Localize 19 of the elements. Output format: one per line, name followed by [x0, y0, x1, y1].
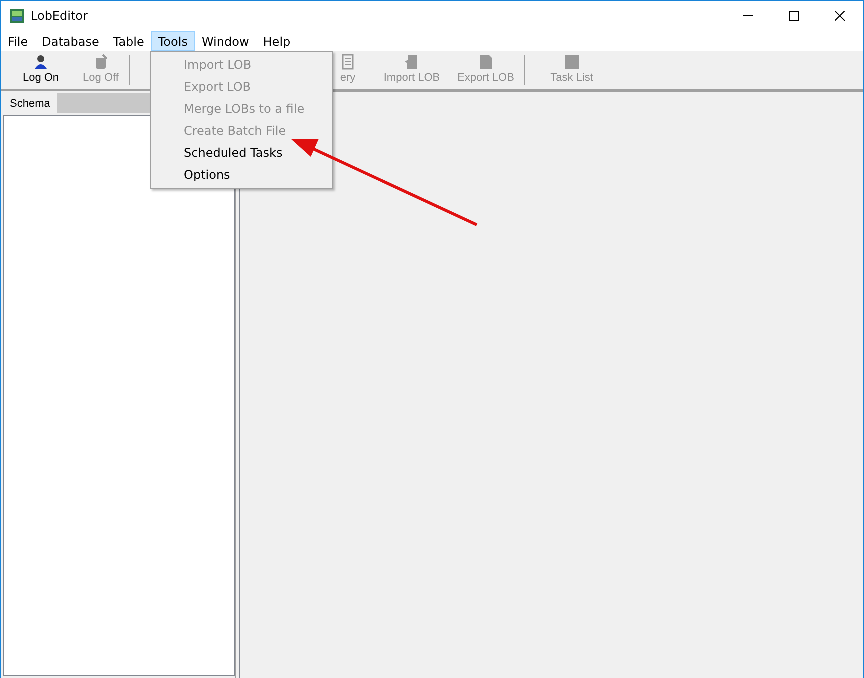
- menu-item[interactable]: Table: [106, 31, 152, 51]
- menu-item[interactable]: File: [1, 31, 36, 51]
- square-icon: [564, 54, 580, 70]
- document-icon: [342, 54, 354, 70]
- menu-item[interactable]: Database: [35, 31, 106, 51]
- app-icon: [9, 8, 25, 24]
- menu-item[interactable]: Window: [194, 31, 256, 51]
- file-icon: [478, 54, 494, 70]
- user-icon: [33, 54, 49, 70]
- import-icon: [404, 54, 420, 70]
- menu-item[interactable]: Tools: [151, 31, 195, 51]
- window-title: LobEditor: [31, 8, 88, 25]
- maximize-icon: [789, 11, 799, 21]
- schema-tab[interactable]: Schema: [1, 93, 58, 113]
- close-icon: [835, 11, 845, 21]
- menu-item[interactable]: Options: [151, 164, 332, 186]
- toolbar-button[interactable]: Log On: [9, 51, 73, 87]
- menu-item[interactable]: Help: [256, 31, 298, 51]
- menu-item[interactable]: Scheduled Tasks: [151, 142, 332, 164]
